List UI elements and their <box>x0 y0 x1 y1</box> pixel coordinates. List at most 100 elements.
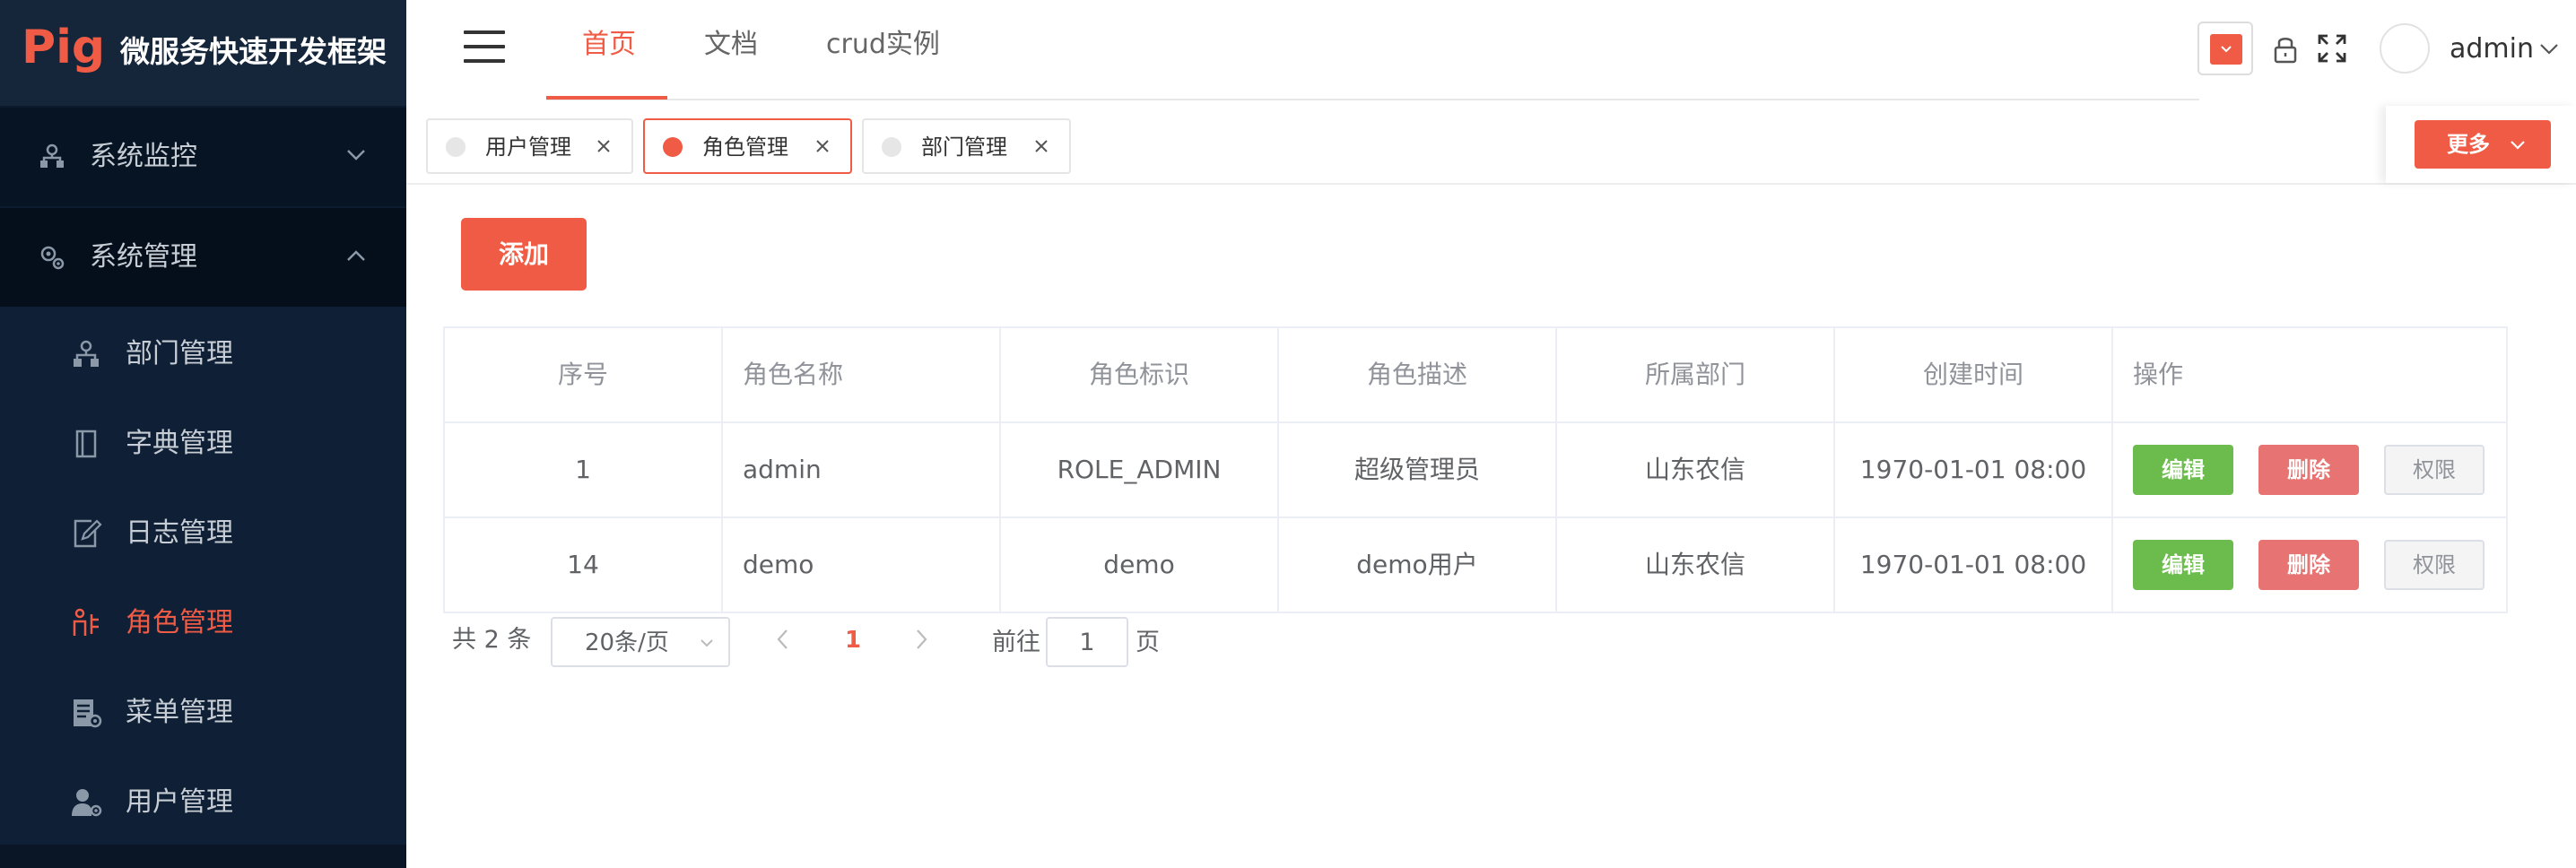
column-header: 所属部门 <box>1557 328 1835 421</box>
column-header: 角色标识 <box>1001 328 1279 421</box>
top-tab-crud[interactable]: crud实例 <box>826 25 940 65</box>
tag-label: 角色管理 <box>702 135 788 160</box>
tag-dot <box>663 137 683 157</box>
tags-more-area: 更多 <box>2386 106 2576 183</box>
table-cell: 1970-01-01 08:00 <box>1835 423 2113 516</box>
lock-icon[interactable] <box>2272 34 2299 65</box>
actions-cell: 编辑 删除 权限 <box>2113 518 2506 612</box>
pagination-page-unit: 页 <box>1136 629 1160 656</box>
pagination-goto-label: 前往 <box>992 629 1040 656</box>
active-tab-indicator <box>546 96 667 100</box>
table-header-row: 序号 角色名称 角色标识 角色描述 所属部门 创建时间 操作 <box>445 328 2506 423</box>
more-button[interactable]: 更多 <box>2415 120 2551 169</box>
column-header: 角色描述 <box>1279 328 1557 421</box>
column-header: 操作 <box>2133 360 2184 389</box>
sidebar-item-log[interactable]: 日志管理 <box>0 488 406 577</box>
table-cell: 山东农信 <box>1557 518 1835 612</box>
close-icon[interactable] <box>596 138 612 154</box>
hamburger-menu-icon[interactable] <box>464 30 505 63</box>
chevron-down-icon <box>2210 34 2242 65</box>
sidebar-item-label: 角色管理 <box>126 607 233 638</box>
fullscreen-icon[interactable] <box>2317 33 2347 64</box>
close-icon[interactable] <box>814 138 831 154</box>
chevron-down-icon[interactable] <box>2539 43 2559 56</box>
role-table: 序号 角色名称 角色标识 角色描述 所属部门 创建时间 操作 1 admin R… <box>443 326 2508 613</box>
table-cell: demo <box>1001 518 1279 612</box>
brand[interactable]: Pig 微服务快速开发框架 <box>0 0 406 106</box>
column-header: 角色名称 <box>723 328 1001 421</box>
tag-label: 用户管理 <box>485 135 571 160</box>
sidebar-group-label: 系统管理 <box>90 241 197 273</box>
chevron-down-icon <box>701 639 713 647</box>
delete-button[interactable]: 删除 <box>2258 445 2359 495</box>
avatar[interactable] <box>2380 23 2430 74</box>
table-cell: demo <box>723 518 1001 612</box>
pagination-total: 共 2 条 <box>452 626 532 654</box>
top-tab-docs[interactable]: 文档 <box>704 25 758 65</box>
sidebar-submenu: 部门管理 字典管理 日志管理 角色管理 菜单管理 用户管理 <box>0 307 406 845</box>
sidebar-item-label: 用户管理 <box>126 786 233 818</box>
chevron-down-icon <box>347 150 365 161</box>
sidebar: Pig 微服务快速开发框架 系统监控 系统管理 部门管理 字典管理 日志管理 角… <box>0 0 406 868</box>
header-divider <box>546 99 2199 100</box>
chevron-left-icon[interactable] <box>775 628 789 651</box>
table-cell: demo用户 <box>1279 518 1557 612</box>
dictionary-icon <box>75 430 97 458</box>
sidebar-item-label: 字典管理 <box>126 428 233 459</box>
monitor-icon <box>40 143 64 168</box>
permission-button[interactable]: 权限 <box>2384 445 2485 495</box>
username[interactable]: admin <box>2450 30 2534 68</box>
sidebar-item-menu[interactable]: 菜单管理 <box>0 667 406 757</box>
sidebar-group-monitor[interactable]: 系统监控 <box>0 108 406 206</box>
delete-button[interactable]: 删除 <box>2258 540 2359 590</box>
pagination-goto-input[interactable] <box>1046 617 1128 667</box>
edit-button[interactable]: 编辑 <box>2133 445 2233 495</box>
table-row: 1 admin ROLE_ADMIN 超级管理员 山东农信 1970-01-01… <box>445 423 2506 518</box>
tag-role-management[interactable]: 角色管理 <box>643 118 852 174</box>
role-icon <box>73 608 99 636</box>
brand-title: 微服务快速开发框架 <box>120 34 387 69</box>
chevron-down-icon <box>2511 141 2525 150</box>
table-cell: 超级管理员 <box>1279 423 1557 516</box>
log-icon <box>74 519 102 548</box>
chevron-up-icon <box>347 250 365 261</box>
tag-department-management[interactable]: 部门管理 <box>862 118 1071 174</box>
page-size-value: 20条/页 <box>585 629 669 656</box>
top-tab-home[interactable]: 首页 <box>582 25 636 65</box>
sidebar-item-label: 部门管理 <box>126 338 233 369</box>
chevron-right-icon[interactable] <box>915 628 929 651</box>
brand-logo: Pig <box>22 21 106 74</box>
tag-user-management[interactable]: 用户管理 <box>426 118 633 174</box>
theme-color-picker[interactable] <box>2197 22 2253 75</box>
sidebar-footer <box>0 845 406 868</box>
edit-button[interactable]: 编辑 <box>2133 540 2233 590</box>
permission-button[interactable]: 权限 <box>2384 540 2485 590</box>
sidebar-item-department[interactable]: 部门管理 <box>0 308 406 398</box>
page-size-select[interactable]: 20条/页 <box>551 617 730 667</box>
user-icon <box>72 789 102 817</box>
tag-dot <box>882 137 901 157</box>
sidebar-item-dictionary[interactable]: 字典管理 <box>0 398 406 488</box>
table-cell: 1970-01-01 08:00 <box>1835 518 2113 612</box>
sidebar-item-role[interactable]: 角色管理 <box>0 577 406 667</box>
column-header: 创建时间 <box>1835 328 2113 421</box>
settings-icon <box>40 246 65 270</box>
pagination-page[interactable]: 1 <box>840 622 866 658</box>
table-cell: 14 <box>445 518 723 612</box>
table-cell: 1 <box>445 423 723 516</box>
sidebar-item-label: 菜单管理 <box>126 697 233 728</box>
sidebar-item-user[interactable]: 用户管理 <box>0 757 406 846</box>
sidebar-item-label: 日志管理 <box>126 517 233 549</box>
sidebar-group-system[interactable]: 系统管理 <box>0 208 406 307</box>
close-icon[interactable] <box>1033 138 1049 154</box>
menu-icon <box>74 699 102 728</box>
table-cell: ROLE_ADMIN <box>1001 423 1279 516</box>
department-icon <box>74 340 99 367</box>
actions-cell: 编辑 删除 权限 <box>2113 423 2506 516</box>
sidebar-group-label: 系统监控 <box>90 141 197 172</box>
table-cell: 山东农信 <box>1557 423 1835 516</box>
add-button[interactable]: 添加 <box>461 218 587 291</box>
tag-label: 部门管理 <box>921 135 1007 160</box>
table-row: 14 demo demo demo用户 山东农信 1970-01-01 08:0… <box>445 518 2506 613</box>
table-cell: admin <box>723 423 1001 516</box>
